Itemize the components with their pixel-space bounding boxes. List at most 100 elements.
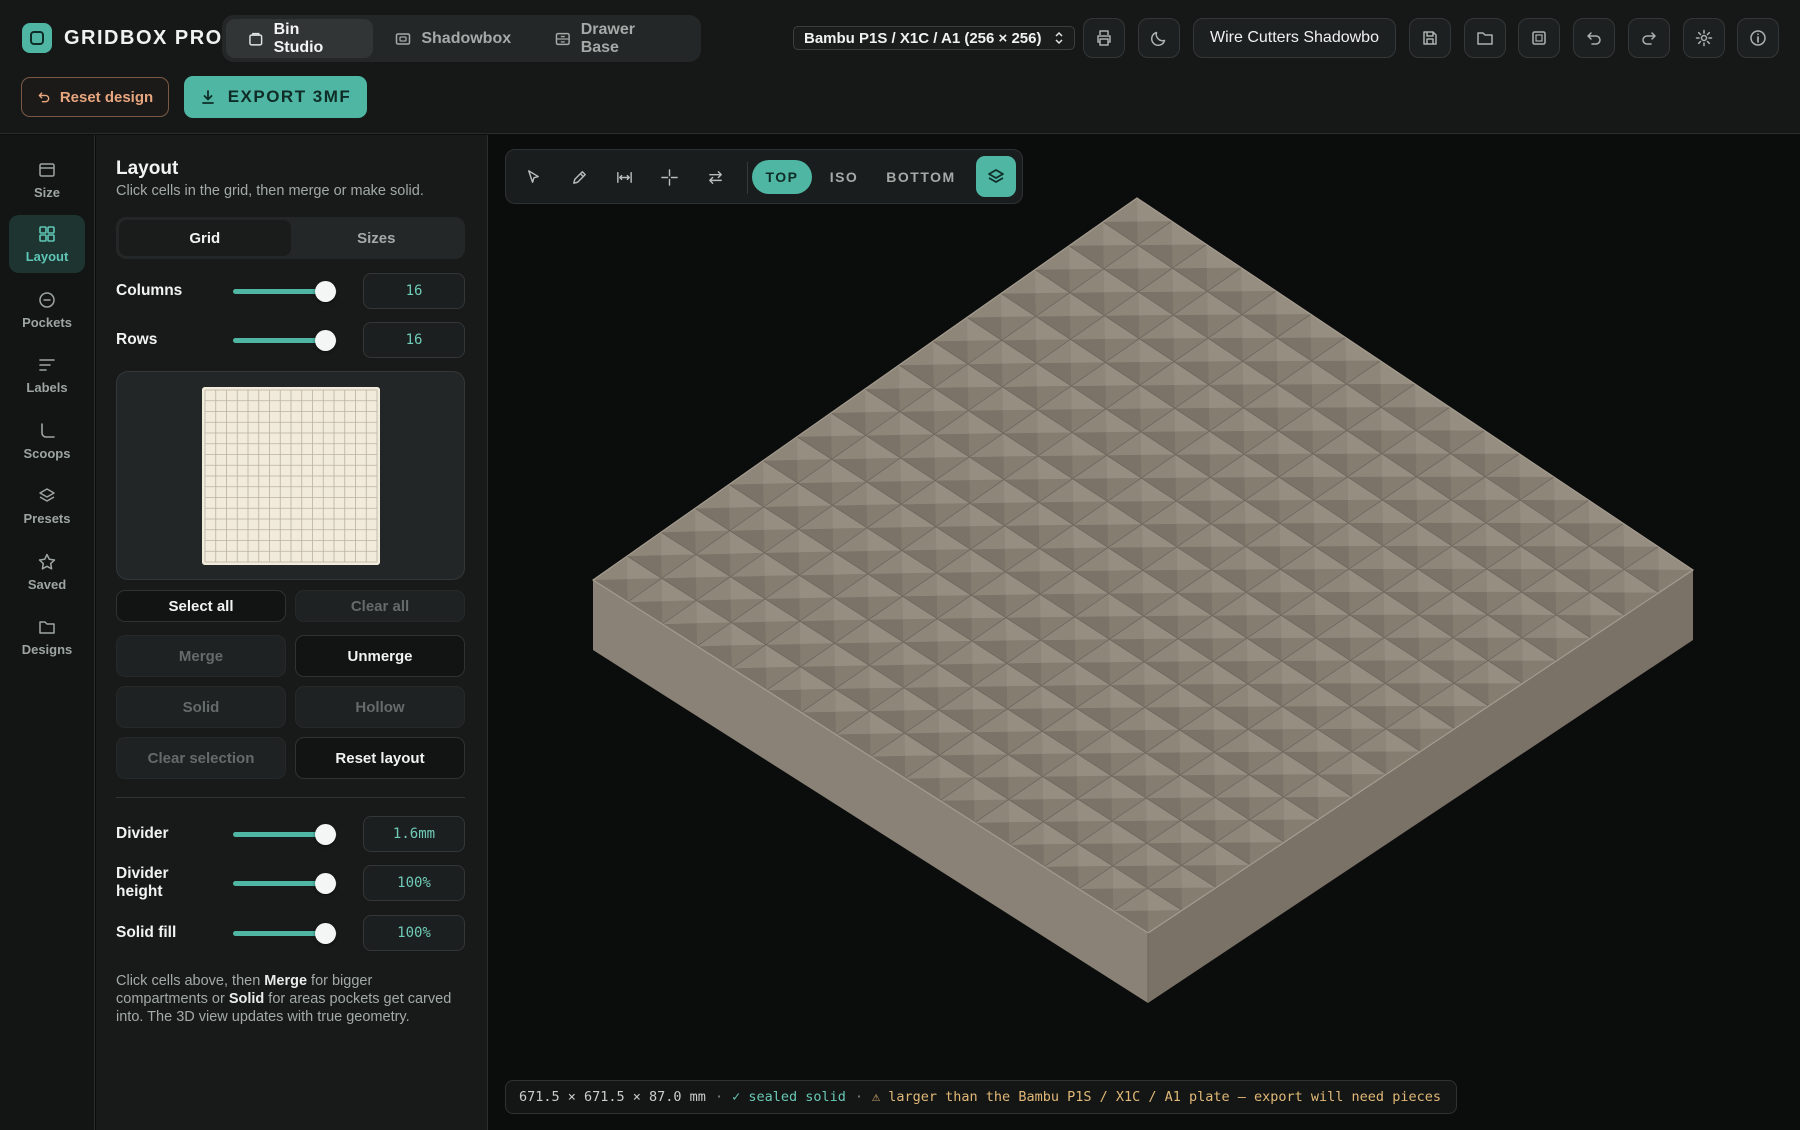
nav-item-designs[interactable]: Designs — [9, 608, 85, 666]
nav-label: Designs — [21, 642, 73, 657]
swap-tool[interactable] — [702, 164, 728, 190]
help-text-emphasis: Merge — [264, 973, 308, 989]
help-text-emphasis: Solid — [228, 991, 265, 1007]
slider-thumb[interactable] — [314, 923, 336, 944]
layers-toggle-button[interactable] — [976, 156, 1016, 197]
redo-button[interactable] — [1628, 18, 1670, 58]
reset-design-button[interactable]: Reset design — [21, 77, 169, 117]
print-button[interactable] — [1083, 18, 1125, 58]
view-toolbar: TOP ISO BOTTOM — [505, 149, 1023, 204]
gear-icon — [1695, 29, 1713, 47]
tab-label: Drawer Base — [580, 20, 635, 56]
grid-sizes-toggle: Grid Sizes — [116, 217, 465, 259]
segment-grid[interactable]: Grid — [119, 220, 291, 256]
panel-title: Layout — [116, 158, 179, 179]
measure-tool[interactable] — [611, 164, 637, 190]
rows-row: Rows 16 — [116, 322, 465, 358]
pencil-icon — [572, 170, 586, 184]
clear-selection-button[interactable]: Clear selection — [116, 737, 286, 779]
nav-item-saved[interactable]: Saved — [9, 543, 85, 601]
printer-icon — [1097, 30, 1111, 46]
scoop-icon — [41, 423, 55, 438]
star-icon — [38, 553, 56, 570]
clear-all-button[interactable]: Clear all — [295, 590, 465, 622]
export-3mf-button[interactable]: EXPORT 3MF — [184, 76, 367, 118]
rows-value[interactable]: 16 — [363, 322, 465, 358]
top-bar: GRIDBOX PRO Bin Studio Shadowbox Drawer … — [0, 0, 1800, 134]
brand: GRIDBOX PRO — [22, 22, 223, 54]
printer-select-value: Bambu P1S / X1C / A1 (256 × 256) — [804, 29, 1042, 47]
nav-item-scoops[interactable]: Scoops — [9, 412, 85, 470]
solid-fill-value[interactable]: 100% — [363, 915, 465, 951]
solid-fill-row: Solid fill 100% — [116, 915, 465, 951]
columns-row: Columns 16 — [116, 273, 465, 309]
printer-select[interactable]: Bambu P1S / X1C / A1 (256 × 256) — [793, 26, 1075, 50]
nav-label: Scoops — [23, 446, 71, 461]
view-iso-button[interactable]: ISO — [819, 160, 869, 194]
undo-icon — [38, 92, 50, 103]
solid-fill-slider[interactable] — [233, 923, 337, 944]
settings-button[interactable] — [1683, 18, 1725, 58]
merge-button[interactable]: Merge — [116, 635, 286, 677]
draw-tool[interactable] — [566, 164, 592, 190]
dimensions-readout: 671.5 × 671.5 × 87.0 mm — [519, 1089, 706, 1105]
design-name-field[interactable]: Wire Cutters Shadowbo — [1193, 18, 1396, 58]
measure-icon — [616, 171, 632, 183]
reset-layout-button[interactable]: Reset layout — [295, 737, 465, 779]
open-button[interactable] — [1464, 18, 1506, 58]
divider-slider[interactable] — [233, 824, 337, 845]
undo-icon — [1587, 32, 1601, 45]
theme-toggle-button[interactable] — [1138, 18, 1180, 58]
panel-subtitle: Click cells in the grid, then merge or m… — [116, 183, 424, 199]
solid-button[interactable]: Solid — [116, 686, 286, 728]
app-logo-icon — [22, 23, 52, 53]
nav-item-pockets[interactable]: Pockets — [9, 281, 85, 339]
help-text: Click cells above, then Merge for bigger… — [116, 972, 456, 1026]
shadowbox-icon — [396, 32, 411, 45]
divider-height-slider[interactable] — [233, 873, 337, 894]
divider-value[interactable]: 1.6mm — [363, 816, 465, 852]
layers-icon — [988, 168, 1004, 183]
drawer-icon — [555, 32, 570, 45]
unmerge-button[interactable]: Unmerge — [295, 635, 465, 677]
rows-slider[interactable] — [233, 330, 337, 351]
nav-item-labels[interactable]: Labels — [9, 346, 85, 404]
columns-slider[interactable] — [233, 281, 337, 302]
info-button[interactable] — [1737, 18, 1779, 58]
view-bottom-button[interactable]: BOTTOM — [878, 160, 964, 194]
nav-label: Pockets — [22, 315, 72, 330]
export-image-button[interactable] — [1518, 18, 1560, 58]
label-icon — [39, 359, 55, 371]
divider-height-value[interactable]: 100% — [363, 865, 465, 901]
cell-grid[interactable] — [202, 387, 380, 565]
select-tool[interactable] — [520, 164, 546, 190]
tab-drawer-base[interactable]: Drawer Base — [533, 19, 697, 58]
tab-bin-studio[interactable]: Bin Studio — [226, 19, 374, 58]
slider-thumb[interactable] — [314, 824, 336, 845]
nav-label: Layout — [25, 249, 69, 264]
slider-thumb[interactable] — [314, 330, 336, 351]
divider-height-label: Divider height — [116, 865, 169, 900]
hollow-button[interactable]: Hollow — [295, 686, 465, 728]
mode-tabs: Bin Studio Shadowbox Drawer Base — [222, 15, 701, 62]
tab-label: Shadowbox — [421, 29, 512, 47]
undo-button[interactable] — [1573, 18, 1615, 58]
info-icon — [1750, 30, 1766, 46]
select-all-button[interactable]: Select all — [116, 590, 286, 622]
columns-value[interactable]: 16 — [363, 273, 465, 309]
segment-sizes[interactable]: Sizes — [291, 220, 463, 256]
bin-model[interactable] — [489, 135, 1800, 1130]
tab-shadowbox[interactable]: Shadowbox — [373, 19, 533, 58]
nav-item-presets[interactable]: Presets — [9, 477, 85, 535]
slider-thumb[interactable] — [314, 873, 336, 894]
solid-fill-label: Solid fill — [116, 924, 177, 941]
nav-item-size[interactable]: Size — [9, 151, 85, 209]
nav-item-layout[interactable]: Layout — [9, 215, 85, 273]
3d-viewport[interactable]: TOP ISO BOTTOM 671.5 × 671.5 × 87.0 mm ·… — [489, 135, 1800, 1130]
save-button[interactable] — [1409, 18, 1451, 58]
view-top-button[interactable]: TOP — [752, 160, 812, 194]
status-separator: · — [714, 1089, 724, 1105]
slider-thumb[interactable] — [314, 281, 336, 302]
export-3mf-label: EXPORT 3MF — [227, 87, 352, 106]
split-tool[interactable] — [656, 164, 682, 190]
